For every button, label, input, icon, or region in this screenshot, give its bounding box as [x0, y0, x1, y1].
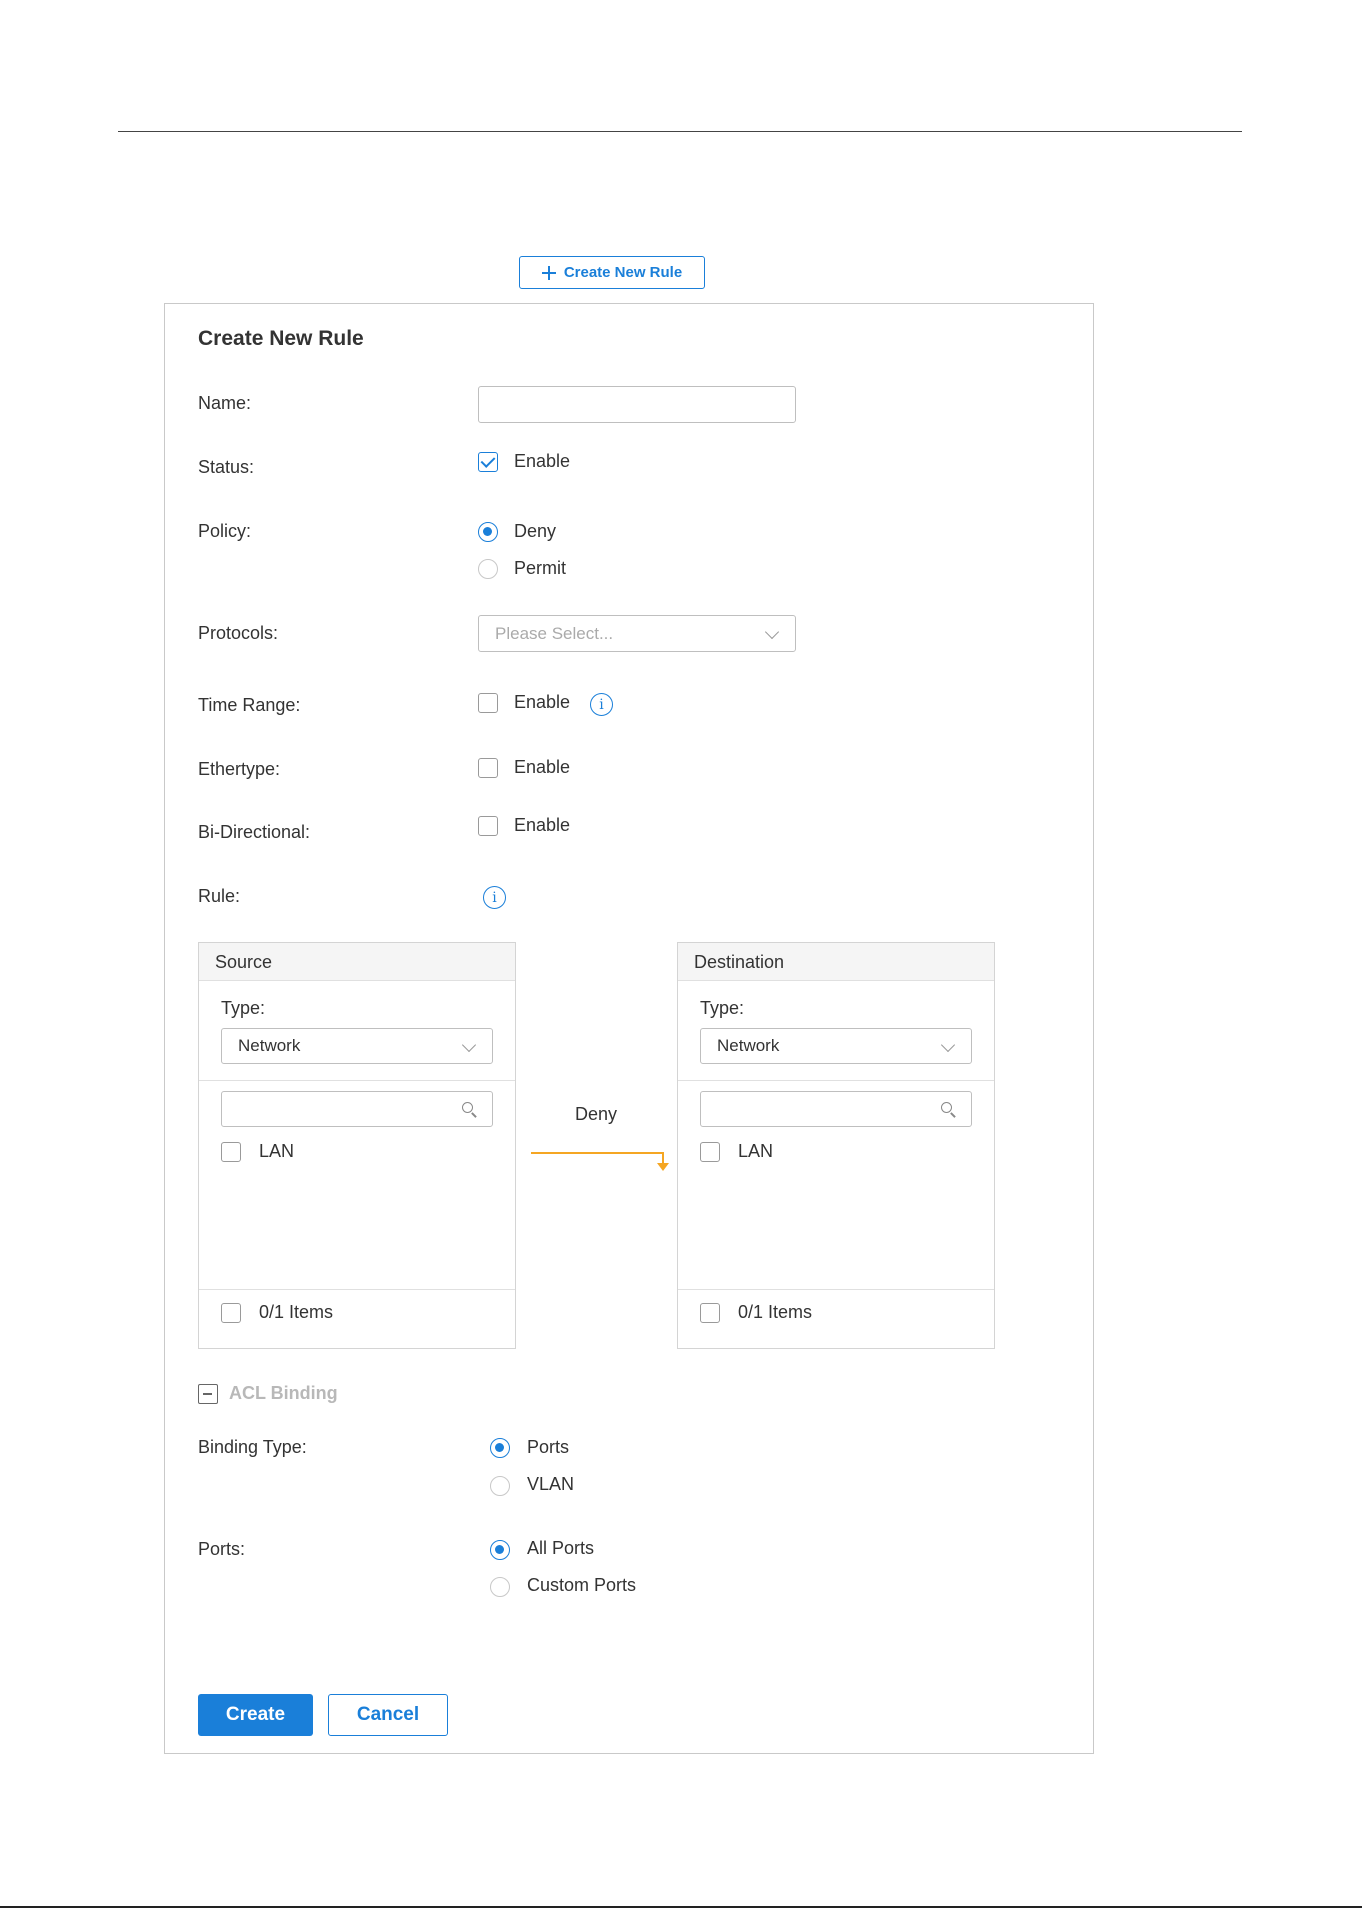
panel-title: Create New Rule — [198, 327, 364, 350]
status-enable-checkbox[interactable] — [478, 452, 498, 472]
acl-binding-title: ACL Binding — [229, 1383, 338, 1403]
destination-select-all-checkbox[interactable] — [700, 1303, 720, 1323]
ethertype-label: Ethertype: — [198, 759, 281, 779]
chevron-down-icon — [764, 624, 780, 640]
ports-custom-radio[interactable] — [490, 1577, 510, 1597]
search-icon — [941, 1102, 952, 1113]
destination-search-input[interactable] — [700, 1091, 972, 1127]
create-button[interactable]: Create — [198, 1694, 313, 1736]
destination-type-label: Type: — [700, 998, 745, 1018]
flow-arrow-stem — [662, 1152, 664, 1163]
arrow-down-icon — [657, 1163, 669, 1171]
policy-permit-label: Permit — [514, 558, 567, 578]
flow-arrow-line — [531, 1152, 663, 1154]
destination-type-value: Network — [717, 1036, 780, 1055]
source-lan-checkbox[interactable] — [221, 1142, 241, 1162]
source-type-select[interactable]: Network — [221, 1028, 493, 1064]
source-search-input[interactable] — [221, 1091, 493, 1127]
status-label: Status: — [198, 457, 255, 477]
protocols-label: Protocols: — [198, 623, 279, 643]
source-lan-label: LAN — [259, 1141, 295, 1161]
time-range-enable-label: Enable — [514, 692, 571, 712]
top-divider — [118, 131, 1242, 132]
chevron-down-icon — [461, 1037, 477, 1053]
flow-action-label: Deny — [575, 1104, 618, 1124]
source-box: Source Type: Network LAN 0/1 Items — [198, 942, 516, 1349]
name-input[interactable] — [478, 386, 796, 423]
policy-label: Policy: — [198, 521, 252, 541]
destination-type-select[interactable]: Network — [700, 1028, 972, 1064]
source-select-all-checkbox[interactable] — [221, 1303, 241, 1323]
protocols-placeholder: Please Select... — [495, 623, 614, 643]
create-new-rule-label: Create New Rule — [563, 264, 683, 281]
time-range-enable-checkbox[interactable] — [478, 693, 498, 713]
binding-type-ports-label: Ports — [527, 1437, 570, 1457]
source-type-value: Network — [238, 1036, 301, 1055]
name-label: Name: — [198, 393, 252, 413]
search-icon — [462, 1102, 473, 1113]
binding-type-ports-radio[interactable] — [490, 1438, 510, 1458]
create-new-rule-button[interactable]: Create New Rule — [519, 256, 705, 289]
source-divider — [199, 1080, 515, 1081]
ports-label: Ports: — [198, 1539, 246, 1559]
ethertype-enable-label: Enable — [514, 757, 571, 777]
binding-type-label: Binding Type: — [198, 1437, 307, 1457]
ports-all-radio[interactable] — [490, 1540, 510, 1560]
rule-label: Rule: — [198, 886, 241, 906]
bi-directional-enable-checkbox[interactable] — [478, 816, 498, 836]
status-enable-label: Enable — [514, 451, 571, 471]
ethertype-enable-checkbox[interactable] — [478, 758, 498, 778]
time-range-label: Time Range: — [198, 695, 301, 715]
chevron-down-icon — [940, 1037, 956, 1053]
destination-lan-checkbox[interactable] — [700, 1142, 720, 1162]
bi-directional-enable-label: Enable — [514, 815, 571, 835]
source-type-label: Type: — [221, 998, 266, 1018]
ports-all-label: All Ports — [527, 1538, 595, 1558]
destination-item-count: 0/1 Items — [738, 1302, 813, 1322]
rule-info-icon[interactable]: i — [483, 886, 506, 909]
source-header: Source — [199, 943, 515, 981]
destination-box: Destination Type: Network LAN 0/1 Items — [677, 942, 995, 1349]
binding-type-vlan-radio[interactable] — [490, 1476, 510, 1496]
protocols-select[interactable]: Please Select... — [478, 615, 796, 652]
plus-icon — [541, 265, 556, 280]
source-item-count: 0/1 Items — [259, 1302, 334, 1322]
policy-deny-radio[interactable] — [478, 522, 498, 542]
cancel-button[interactable]: Cancel — [328, 1694, 448, 1736]
policy-deny-label: Deny — [514, 521, 557, 541]
collapse-icon[interactable] — [198, 1384, 218, 1404]
time-range-info-icon[interactable]: i — [590, 693, 613, 716]
destination-footer-divider — [678, 1289, 994, 1290]
source-footer-divider — [199, 1289, 515, 1290]
policy-permit-radio[interactable] — [478, 559, 498, 579]
destination-divider — [678, 1080, 994, 1081]
bottom-divider — [0, 1906, 1362, 1908]
bi-directional-label: Bi-Directional: — [198, 822, 311, 842]
ports-custom-label: Custom Ports — [527, 1575, 637, 1595]
binding-type-vlan-label: VLAN — [527, 1474, 575, 1494]
destination-lan-label: LAN — [738, 1141, 774, 1161]
destination-header: Destination — [678, 943, 994, 981]
